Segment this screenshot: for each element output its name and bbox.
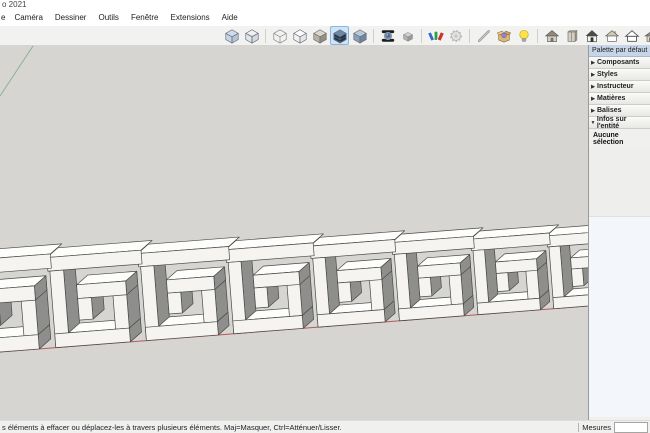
style-wireframe-icon[interactable] [270, 26, 289, 45]
tray-section-label: Matières [597, 95, 625, 102]
gear-icon [446, 26, 465, 45]
meander-unit [546, 222, 588, 309]
status-bar: s éléments à effacer ou déplacez-les à t… [0, 420, 650, 433]
tray-empty-area [589, 217, 650, 417]
toolbar-separator [265, 29, 266, 43]
menu-item-5[interactable]: Extensions [165, 10, 216, 26]
tray-section-5[interactable]: ▼Infos sur l'entité [589, 117, 650, 129]
style-monochrome-icon[interactable] [350, 26, 369, 45]
tray-section-label: Infos sur l'entité [597, 116, 650, 130]
style-shaded-textures-icon[interactable] [330, 26, 349, 45]
tray-section-label: Composants [597, 59, 639, 66]
menu-item-2[interactable]: Dessiner [49, 10, 93, 26]
house-outline-icon[interactable] [622, 26, 641, 45]
tray-section-label: Instructeur [597, 83, 634, 90]
toolbar-icons [222, 26, 650, 45]
menu-item-1[interactable]: Caméra [8, 10, 48, 26]
status-hint: s éléments à effacer ou déplacez-les à t… [0, 423, 578, 432]
tray-section-0[interactable]: ▶Composants [589, 57, 650, 69]
tray-section-label: Styles [597, 71, 618, 78]
toolbar-separator [421, 29, 422, 43]
globe-tool-icon[interactable] [378, 26, 397, 45]
style-xray-icon[interactable] [222, 26, 241, 45]
chevron-right-icon[interactable]: ▶ [589, 60, 597, 66]
chevron-right-icon[interactable]: ▶ [589, 72, 597, 78]
chevron-right-icon[interactable]: ▶ [589, 108, 597, 114]
menu-item-0[interactable]: e [0, 10, 8, 26]
menu-item-3[interactable]: Outils [92, 10, 124, 26]
tray-sections: ▶Composants▶Styles▶Instructeur▶Matières▶… [589, 57, 650, 129]
measurements-input[interactable] [614, 422, 648, 433]
chevron-right-icon[interactable]: ▶ [589, 96, 597, 102]
style-shaded-icon[interactable] [310, 26, 329, 45]
stick-tool-icon[interactable] [474, 26, 493, 45]
style-back-edges-icon[interactable] [242, 26, 261, 45]
toolbar [0, 26, 650, 46]
chevron-right-icon[interactable]: ▶ [589, 84, 597, 90]
model-canvas[interactable] [0, 45, 588, 420]
measurements-area: Mesures [578, 422, 650, 433]
measurements-label: Mesures [582, 423, 611, 432]
lightbulb-icon[interactable] [514, 26, 533, 45]
status-separator [578, 423, 579, 432]
component-box-icon[interactable] [494, 26, 513, 45]
house-roof-icon[interactable] [602, 26, 621, 45]
house-textured-icon[interactable] [542, 26, 561, 45]
3d-viewport[interactable] [0, 45, 588, 420]
toolbar-separator [469, 29, 470, 43]
tray-section-1[interactable]: ▶Styles [589, 69, 650, 81]
green-axis [0, 46, 33, 96]
default-tray-panel: Palette par défaut ▶Composants▶Styles▶In… [588, 45, 650, 420]
toolbar-separator [373, 29, 374, 43]
tray-section-2[interactable]: ▶Instructeur [589, 81, 650, 93]
style-hidden-line-icon[interactable] [290, 26, 309, 45]
entity-info-selection: Aucune sélection [589, 129, 650, 148]
tray-section-3[interactable]: ▶Matières [589, 93, 650, 105]
menu-bar: eCaméraDessinerOutilsFenêtreExtensionsAi… [0, 10, 650, 26]
menu-item-4[interactable]: Fenêtre [125, 10, 165, 26]
chevron-down-icon[interactable]: ▼ [589, 120, 597, 126]
tray-header[interactable]: Palette par défaut [589, 45, 650, 57]
cabinet-icon[interactable] [562, 26, 581, 45]
tray-section-label: Balises [597, 107, 622, 114]
toolbar-separator [537, 29, 538, 43]
window-title: o 2021 [0, 0, 650, 10]
color-fan-icon[interactable] [426, 26, 445, 45]
entity-info-body [589, 148, 650, 217]
house-wide-roof-icon[interactable] [642, 26, 650, 45]
gray-box-tool-icon[interactable] [398, 26, 417, 45]
menu-item-6[interactable]: Aide [216, 10, 244, 26]
house-door-icon[interactable] [582, 26, 601, 45]
